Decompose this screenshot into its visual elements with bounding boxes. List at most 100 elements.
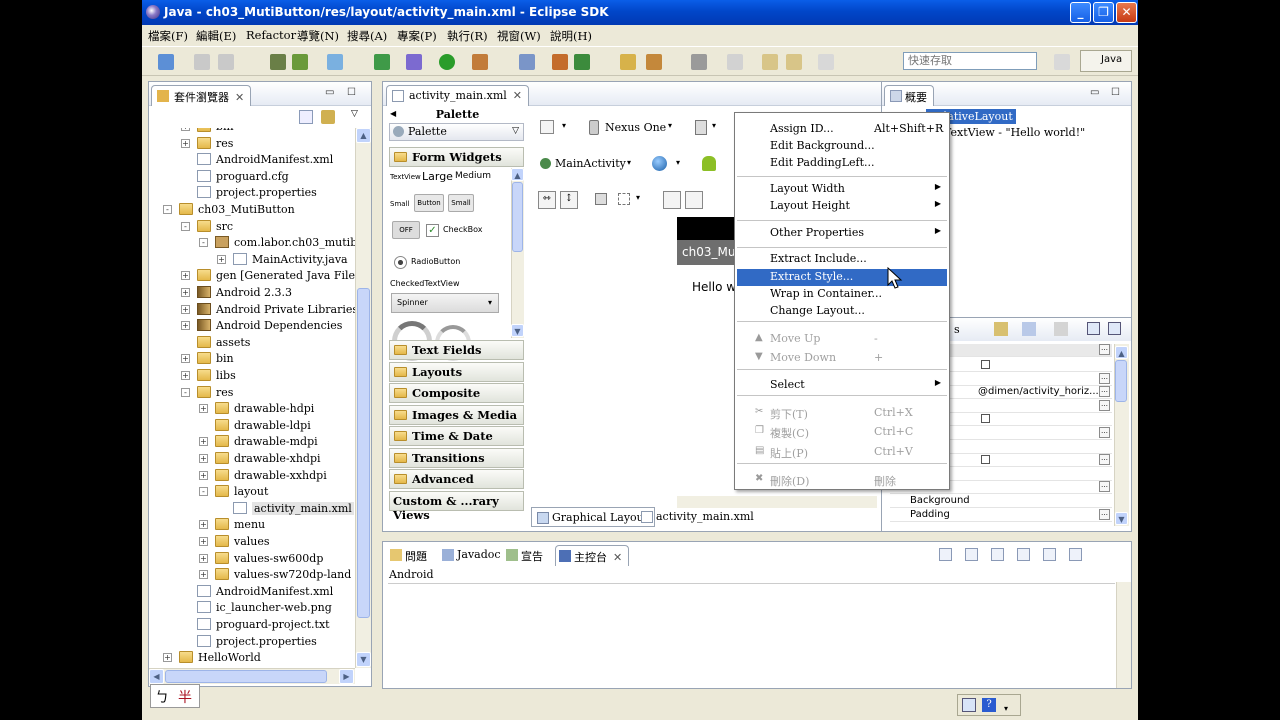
palette-category[interactable]: Custom & ...rary Views xyxy=(389,490,524,522)
maximize-icon[interactable]: ☐ xyxy=(1111,87,1120,98)
property-checkbox[interactable] xyxy=(981,360,990,369)
chevron-down-icon[interactable]: ▾ xyxy=(562,121,566,130)
save-all-icon[interactable] xyxy=(218,54,234,70)
property-row[interactable]: Background xyxy=(890,495,1112,508)
h-scroll-thumb[interactable] xyxy=(165,670,327,683)
advanced-icon[interactable] xyxy=(1054,322,1068,336)
chevron-down-icon[interactable]: ▾ xyxy=(676,158,680,167)
tree-row[interactable]: - layout xyxy=(149,484,355,500)
more-icon[interactable]: … xyxy=(1099,372,1110,384)
tree-row[interactable]: + Android 2.3.3 xyxy=(149,285,355,301)
tab-activity-main[interactable]: activity_main.xml ✕ xyxy=(386,85,529,106)
collapse-icon[interactable]: - xyxy=(181,387,190,397)
tree-row[interactable]: - src xyxy=(149,219,355,235)
palette-dropdown[interactable]: Palette ▽ xyxy=(389,123,524,141)
widget-toggle-button[interactable]: OFF xyxy=(392,221,420,239)
toggle-fill-height-icon[interactable]: ↕ xyxy=(560,191,578,209)
widget-small-button[interactable]: Small xyxy=(448,194,474,212)
save-icon[interactable] xyxy=(194,54,210,70)
property-row[interactable]: Padding… xyxy=(890,508,1112,522)
android-sdk-icon[interactable] xyxy=(270,54,286,70)
context-menu-item[interactable]: Assign ID... Alt+Shift+R xyxy=(737,121,947,138)
explorer-vertical-scrollbar[interactable]: ▲ ▼ xyxy=(355,128,371,668)
more-icon[interactable]: … xyxy=(1099,399,1110,411)
scroll-up-icon[interactable]: ▲ xyxy=(511,168,524,181)
chevron-down-icon[interactable]: ▾ xyxy=(636,193,640,202)
widget-button[interactable]: Button xyxy=(414,194,444,212)
scroll-down-icon[interactable]: ▼ xyxy=(511,324,524,337)
expand-icon[interactable]: + xyxy=(181,138,190,148)
tree-row[interactable]: + drawable-xxhdpi xyxy=(149,468,355,484)
tab-xml-source[interactable]: activity_main.xml xyxy=(636,507,760,527)
margins-icon[interactable] xyxy=(595,193,607,205)
tab-console-3[interactable]: 主控台 ✕ xyxy=(555,545,630,566)
context-menu-item[interactable]: Edit Background... xyxy=(737,138,947,155)
scroll-down-icon[interactable]: ▼ xyxy=(1115,512,1128,525)
expand-icon[interactable]: + xyxy=(181,371,190,380)
expand-icon[interactable]: + xyxy=(181,271,190,281)
tree-row[interactable]: proguard.cfg xyxy=(149,169,355,185)
orientation-icon[interactable] xyxy=(695,120,707,135)
tree-row[interactable]: + drawable-hdpi xyxy=(149,401,355,417)
menu-5[interactable]: 專案(P) xyxy=(397,28,437,44)
activity-selector[interactable]: MainActivity xyxy=(555,157,626,170)
tree-row[interactable]: + libs xyxy=(149,368,355,384)
tree-row[interactable]: + res xyxy=(149,136,355,152)
tab-console-1[interactable]: Javadoc xyxy=(439,545,507,566)
tree-row[interactable]: proguard-project.txt xyxy=(149,617,355,633)
sort-icon[interactable] xyxy=(1022,322,1036,336)
context-menu-item[interactable]: Edit PaddingLeft... xyxy=(737,155,947,172)
display-selected-console-icon[interactable] xyxy=(939,548,952,561)
run-icon[interactable] xyxy=(439,54,455,70)
tree-row[interactable]: + gen [Generated Java Files] xyxy=(149,268,355,284)
new-icon[interactable] xyxy=(158,54,174,70)
new-java-package-icon[interactable] xyxy=(552,54,568,70)
ime-halfwidth-button[interactable]: 半 xyxy=(178,687,192,707)
more-icon[interactable]: … xyxy=(1099,454,1110,466)
menu-8[interactable]: 說明(H) xyxy=(550,28,592,44)
new-java-class-icon[interactable] xyxy=(574,54,590,70)
collapse-icon[interactable]: - xyxy=(163,205,172,214)
expand-icon[interactable]: + xyxy=(163,653,172,663)
tree-row[interactable]: drawable-ldpi xyxy=(149,418,355,434)
widget-checkedtextview[interactable]: CheckedTextView xyxy=(390,279,460,288)
android-icon[interactable] xyxy=(702,156,716,171)
context-menu-item[interactable]: Other Properties ▶ xyxy=(737,225,947,242)
align-right-icon[interactable] xyxy=(685,191,703,209)
tree-row[interactable]: + HelloWorld xyxy=(149,650,355,664)
maximize-icon[interactable]: ☐ xyxy=(347,87,356,98)
collapse-icon[interactable]: - xyxy=(181,221,190,231)
minimize-button[interactable]: _ xyxy=(1070,2,1091,23)
properties-scroll-thumb[interactable] xyxy=(1115,360,1127,402)
skip-breakpoints-icon[interactable] xyxy=(519,54,535,70)
console-scrollbar[interactable] xyxy=(1116,582,1131,688)
scroll-down-icon[interactable]: ▼ xyxy=(356,652,371,667)
context-menu-item[interactable]: Layout Height ▶ xyxy=(737,198,947,215)
collapse-icon[interactable]: - xyxy=(199,487,208,497)
menu-2[interactable]: Refactor xyxy=(246,28,296,42)
tree-row[interactable]: + values xyxy=(149,534,355,550)
tree-row[interactable]: project.properties xyxy=(149,185,355,201)
scroll-up-icon[interactable]: ▲ xyxy=(1115,346,1128,359)
minimize-icon[interactable]: ▭ xyxy=(1090,87,1099,98)
scroll-thumb[interactable] xyxy=(357,288,370,618)
clear-console-icon[interactable] xyxy=(1017,548,1030,561)
help-icon[interactable]: ? xyxy=(982,698,996,712)
palette-form-widgets[interactable]: Form Widgets xyxy=(389,147,524,167)
close-button[interactable]: ✕ xyxy=(1116,2,1137,23)
property-checkbox[interactable] xyxy=(981,455,990,465)
avd-manager-icon[interactable] xyxy=(292,54,308,70)
maximize-icon[interactable] xyxy=(1069,548,1082,561)
forward-icon[interactable] xyxy=(818,54,834,70)
tree-row[interactable]: + bin xyxy=(149,351,355,367)
expand-icon[interactable]: + xyxy=(199,437,208,447)
palette-category[interactable]: Layouts xyxy=(389,361,524,382)
back-icon[interactable] xyxy=(762,54,778,70)
chevron-down-icon[interactable]: ▾ xyxy=(668,121,672,130)
palette-scroll-thumb[interactable] xyxy=(512,182,523,252)
widget-spinner[interactable]: Spinner ▾ xyxy=(391,293,499,313)
context-menu-item[interactable]: Change Layout... xyxy=(737,303,947,320)
device-selector[interactable]: Nexus One xyxy=(605,121,666,134)
tree-row[interactable]: assets xyxy=(149,335,355,351)
expand-icon[interactable]: + xyxy=(199,404,208,414)
